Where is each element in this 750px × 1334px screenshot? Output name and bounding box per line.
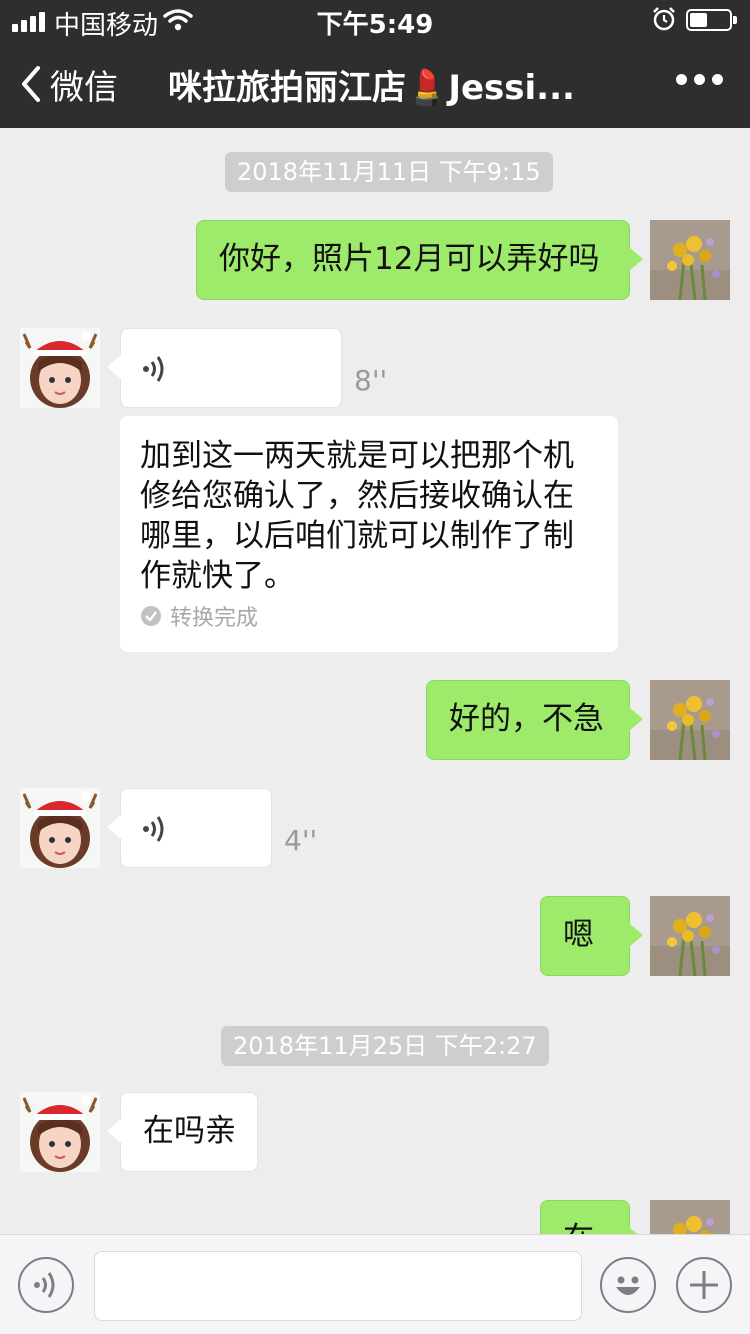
more-dots-icon xyxy=(676,74,687,85)
emoji-button[interactable] xyxy=(600,1257,656,1313)
message-bubble-me[interactable]: 嗯 xyxy=(540,896,643,976)
emoji-icon xyxy=(616,1276,640,1295)
voice-wave-icon xyxy=(143,816,164,842)
plus-button[interactable] xyxy=(676,1257,732,1313)
my-avatar[interactable] xyxy=(650,1200,730,1234)
voice-message-bubble[interactable] xyxy=(107,328,342,408)
flower-avatar-icon xyxy=(650,220,730,300)
message-bubble-me[interactable]: 好的，不急 xyxy=(426,680,643,760)
timestamp: 2018年11月11日 下午9:15 xyxy=(225,152,553,192)
contact-avatar[interactable] xyxy=(20,328,100,408)
my-avatar[interactable] xyxy=(650,896,730,976)
transcript-status-label: 转换完成 xyxy=(170,606,259,631)
my-avatar[interactable] xyxy=(650,680,730,760)
girl-avatar-icon xyxy=(20,788,100,868)
alarm-icon xyxy=(653,7,675,31)
status-time: 下午5:49 xyxy=(316,10,434,40)
my-avatar[interactable] xyxy=(650,220,730,300)
contact-avatar[interactable] xyxy=(20,1092,100,1172)
chat-area[interactable]: 2018年11月11日 下午9:15 你好，照片12月可以弄好吗 8'' 加到这… xyxy=(0,128,750,1234)
message-bubble-me[interactable]: 在 xyxy=(540,1200,643,1234)
chevron-left-icon xyxy=(22,66,40,102)
voice-wave-icon xyxy=(143,356,164,382)
girl-avatar-icon xyxy=(20,1092,100,1172)
top-bar: 中国移动 下午5:49 微信 咪拉旅拍丽江店💄Jessi... xyxy=(0,0,750,128)
flower-avatar-icon xyxy=(650,680,730,760)
battery-icon xyxy=(686,9,737,31)
girl-avatar-icon xyxy=(20,328,100,408)
transcript-text: 加到这一两天就是可以把那个机修给您确认了，然后接收确认在哪里，以后咱们就可以制作… xyxy=(140,438,574,594)
contact-avatar[interactable] xyxy=(20,788,100,868)
voice-input-button[interactable] xyxy=(18,1257,74,1313)
input-bar xyxy=(0,1234,750,1334)
timestamp: 2018年11月25日 下午2:27 xyxy=(221,1026,549,1066)
voice-input-icon xyxy=(34,1272,55,1298)
back-button[interactable]: 微信 xyxy=(18,62,118,108)
voice-transcript[interactable]: 加到这一两天就是可以把那个机修给您确认了，然后接收确认在哪里，以后咱们就可以制作… xyxy=(120,416,618,652)
voice-message-bubble[interactable] xyxy=(107,788,272,868)
voice-duration: 8'' xyxy=(354,364,388,397)
status-bar: 中国移动 下午5:49 xyxy=(0,0,750,41)
more-button[interactable] xyxy=(676,74,723,85)
flower-avatar-icon xyxy=(650,896,730,976)
message-bubble-me[interactable]: 你好，照片12月可以弄好吗 xyxy=(196,220,643,300)
back-label: 微信 xyxy=(50,67,118,108)
check-circle-icon xyxy=(141,606,161,626)
voice-duration: 4'' xyxy=(284,824,318,857)
message-input[interactable] xyxy=(94,1251,582,1321)
flower-avatar-icon xyxy=(650,1200,730,1234)
plus-icon xyxy=(690,1271,718,1299)
message-bubble-them[interactable]: 在吗亲 xyxy=(107,1092,258,1172)
chat-header: 微信 咪拉旅拍丽江店💄Jessi... xyxy=(0,40,750,128)
transcript-status: 转换完成 xyxy=(140,600,258,632)
chat-title: 咪拉旅拍丽江店💄Jessi... xyxy=(168,68,575,108)
